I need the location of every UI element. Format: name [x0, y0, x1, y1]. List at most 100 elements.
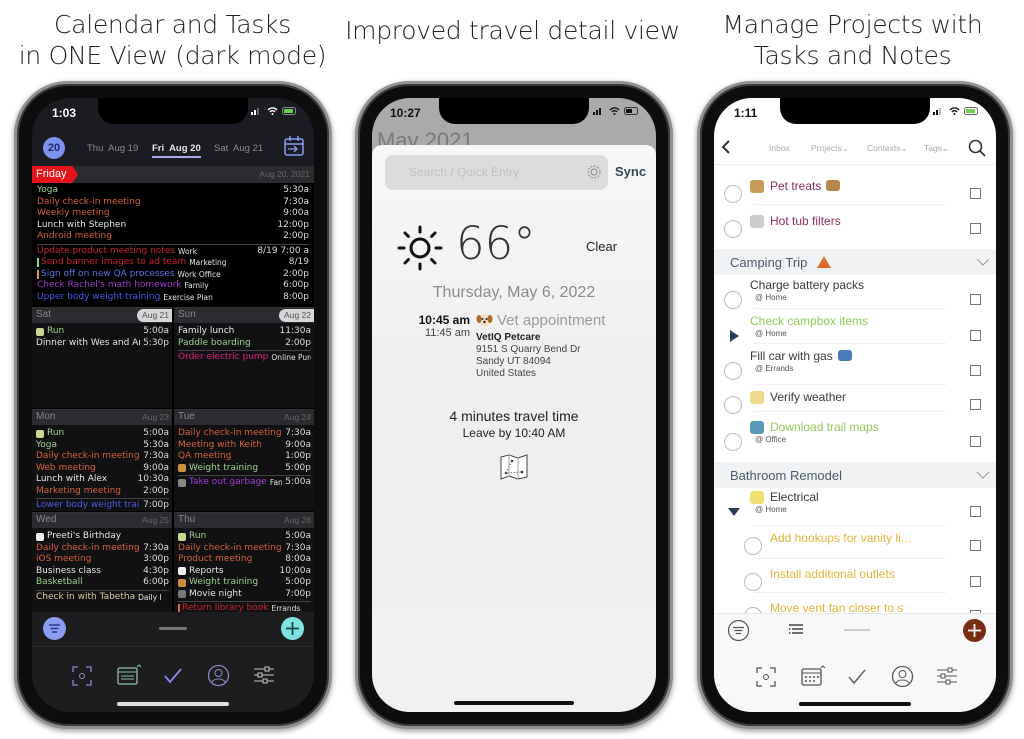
back-chevron-icon[interactable] [720, 139, 732, 155]
event-row[interactable]: Daily check-in meeting 7:30a [178, 543, 311, 555]
complete-circle[interactable] [744, 573, 762, 591]
task-checkbox[interactable] [970, 188, 981, 199]
task-title[interactable]: Hot tub filters [770, 214, 841, 228]
task-row[interactable]: Update product meeting notes Work 8/19 7:0… [37, 246, 309, 258]
filter-icon[interactable] [727, 619, 750, 642]
event-row[interactable]: Reports 10:00a [178, 566, 311, 578]
event-row[interactable]: iOS meeting 3:00p [36, 554, 169, 566]
task-row[interactable]: Take out garbage Fan 5:00a [178, 477, 311, 489]
event-row[interactable]: Weekly meeting 9:00a [37, 208, 309, 220]
search-icon[interactable] [968, 139, 986, 157]
event-row[interactable]: Run 5:00a [36, 326, 169, 338]
day-tab-next[interactable]: Sat Aug 21 [214, 143, 263, 154]
task-title[interactable]: Verify weather [770, 390, 846, 404]
add-button[interactable] [963, 619, 986, 642]
day-tab-prev[interactable]: Thu Aug 19 [87, 143, 138, 154]
section-header-camping-trip[interactable]: Camping Trip [714, 249, 996, 275]
event-row[interactable]: Yoga 5:30a [36, 440, 169, 452]
day-cell-tue[interactable]: Tue Aug 24 Daily check-in meeting 7:30a Meet… [174, 409, 314, 511]
complete-circle[interactable] [744, 537, 762, 555]
day-cell-mon[interactable]: Mon Aug 23 Run 5:00a Yoga 5:30a Daily check-in… [32, 409, 172, 511]
day-cell-thu[interactable]: Thu Aug 26 Run 5:00a Daily check-in meeting 7… [174, 512, 314, 614]
task-context[interactable]: @ Errands [755, 364, 793, 373]
task-context[interactable]: @ Office [755, 435, 786, 444]
event-row[interactable]: Weight training 5:00p [178, 463, 311, 475]
nav-tab-projects[interactable]: Projects⌄ [811, 143, 849, 154]
event-title[interactable]: Vet appointment [497, 312, 605, 329]
event-row[interactable]: Dinner with Wes and Am 5:30p [36, 338, 169, 350]
gear-icon[interactable] [586, 164, 602, 180]
complete-circle[interactable] [724, 185, 742, 203]
task-title[interactable]: Add hookups for vanity li... [770, 531, 911, 545]
task-title[interactable]: Electrical [770, 490, 819, 504]
chevron-down-icon[interactable] [976, 258, 990, 267]
task-title[interactable]: Fill car with gas [750, 349, 852, 363]
task-context[interactable]: @ Home [755, 505, 787, 514]
map-icon[interactable] [499, 453, 529, 481]
event-row[interactable]: Meeting with Keith 9:00a [178, 440, 311, 452]
task-checkbox[interactable] [970, 576, 981, 587]
event-row[interactable]: Weight training 5:00p [178, 577, 311, 589]
sync-button[interactable]: Sync [615, 164, 646, 179]
task-row[interactable]: Upper body weight training Exercise Plan 8… [37, 292, 309, 304]
event-row[interactable]: Lunch with Alex 10:30a [36, 474, 169, 486]
event-row[interactable]: Daily check-in meeting 7:30a [36, 543, 169, 555]
disclosure-open-icon[interactable] [728, 506, 740, 518]
checkmark-icon[interactable] [163, 666, 183, 686]
task-checkbox[interactable] [970, 436, 981, 447]
calendar-jump-icon[interactable] [283, 135, 305, 157]
drag-handle[interactable] [844, 629, 870, 631]
task-title[interactable]: Pet treats [770, 179, 841, 193]
event-row[interactable]: Yoga 5:30a [37, 185, 309, 197]
event-row[interactable]: Web meeting 9:00a [36, 463, 169, 475]
task-row[interactable]: Sign off on new QA processes Work Office 2… [37, 269, 309, 281]
day-tab-current[interactable]: Fri Aug 20 [152, 143, 201, 158]
add-button[interactable] [281, 617, 304, 640]
task-checkbox[interactable] [970, 330, 981, 341]
complete-circle[interactable] [724, 220, 742, 238]
event-row[interactable]: Movie night 7:00p [178, 589, 311, 601]
disclosure-closed-icon[interactable] [728, 330, 740, 342]
event-row[interactable]: Basketball 6:00p [36, 577, 169, 589]
day-cell-wed[interactable]: Wed Aug 25 Preeti's Birthday Daily check-in… [32, 512, 172, 614]
chevron-down-icon[interactable] [976, 471, 990, 480]
event-row[interactable]: Business class 4:30p [36, 566, 169, 578]
section-header-bathroom-remodel[interactable]: Bathroom Remodel [714, 462, 996, 488]
today-button[interactable]: 20 [43, 137, 65, 159]
nav-tab-inbox[interactable]: Inbox [769, 143, 790, 153]
complete-circle[interactable] [724, 396, 742, 414]
task-checkbox[interactable] [970, 399, 981, 410]
task-row[interactable]: Order electric pump Online Purc [178, 352, 311, 364]
event-row[interactable]: Paddle boarding 2:00p [178, 338, 311, 350]
scan-icon[interactable] [756, 667, 776, 687]
person-icon[interactable] [891, 665, 914, 688]
filter-button[interactable] [43, 617, 66, 640]
task-checkbox[interactable] [970, 365, 981, 376]
complete-circle[interactable] [724, 433, 742, 451]
task-context[interactable]: @ Home [755, 293, 787, 302]
search-input[interactable]: Search / Quick Entry [385, 155, 608, 190]
calendar-icon[interactable] [116, 663, 142, 687]
event-row[interactable]: Run 5:00a [178, 531, 311, 543]
task-title[interactable]: Charge battery packs [750, 278, 864, 292]
event-row[interactable]: QA meeting 1:00p [178, 451, 311, 463]
task-row[interactable]: Send banner images to ad team Marketing 8/… [37, 257, 309, 269]
checkmark-icon[interactable] [847, 667, 867, 687]
task-row[interactable]: Check Rachel's math homework Family 6:00p [37, 280, 309, 292]
sliders-icon[interactable] [253, 665, 275, 685]
scan-icon[interactable] [72, 666, 92, 686]
calendar-icon[interactable] [800, 664, 826, 688]
task-checkbox[interactable] [970, 294, 981, 305]
complete-circle[interactable] [724, 291, 742, 309]
sliders-icon[interactable] [936, 666, 958, 686]
event-row[interactable]: Run 5:00a [36, 428, 169, 440]
task-title[interactable]: Download trail maps [770, 420, 879, 434]
nav-tab-contexts[interactable]: Contexts⌄ [867, 143, 908, 154]
task-title[interactable]: Check campbox items [750, 314, 868, 328]
day-cell-sat[interactable]: Sat Aug 21 Run 5:00a Dinner with Wes and Am 5… [32, 307, 172, 408]
task-row[interactable]: Download trail maps @ Office [714, 420, 996, 461]
event-row[interactable]: Family lunch 11:30a [178, 326, 311, 338]
complete-circle[interactable] [724, 362, 742, 380]
task-title[interactable]: Install additional outlets [770, 567, 895, 581]
list-icon[interactable] [788, 623, 804, 637]
